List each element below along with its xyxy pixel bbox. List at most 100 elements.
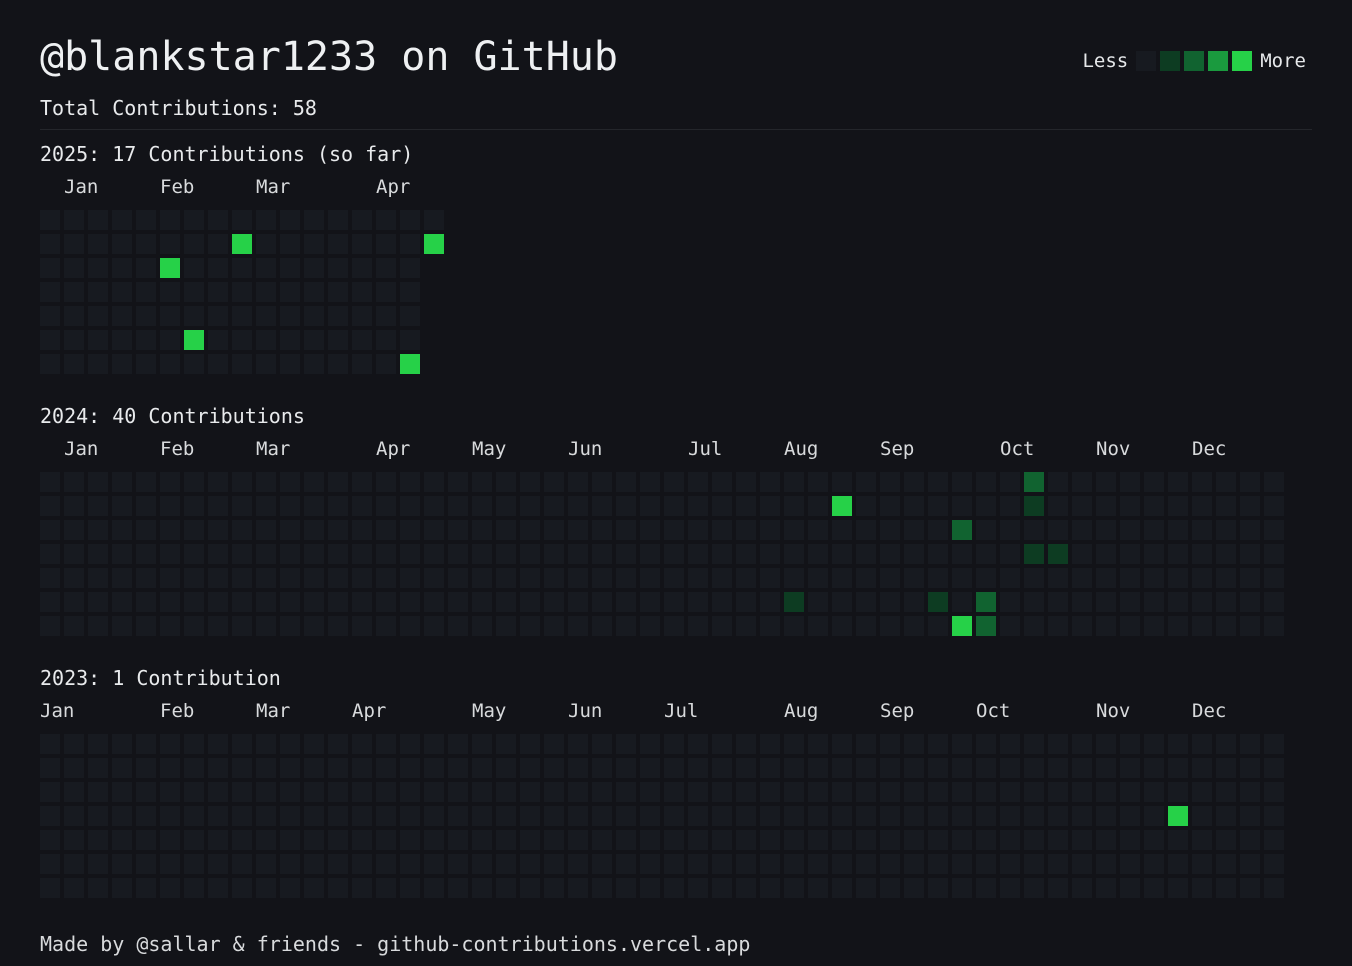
contribution-day-cell — [232, 282, 252, 302]
contribution-day-cell — [1168, 472, 1188, 492]
contribution-day-cell — [1120, 544, 1140, 564]
contribution-day-cell — [952, 616, 972, 636]
contribution-day-cell — [880, 568, 900, 588]
contribution-day-cell — [1072, 544, 1092, 564]
contribution-day-cell — [280, 734, 300, 754]
contribution-day-cell — [208, 354, 228, 374]
contribution-day-cell — [544, 830, 564, 850]
contribution-day-cell — [184, 520, 204, 540]
contribution-day-cell — [88, 472, 108, 492]
contribution-day-cell — [688, 520, 708, 540]
contribution-day-cell — [616, 878, 636, 898]
contribution-day-cell — [376, 306, 396, 326]
contribution-day-cell — [544, 472, 564, 492]
contribution-day-cell — [160, 496, 180, 516]
contribution-day-cell — [472, 496, 492, 516]
contribution-day-cell — [232, 878, 252, 898]
contribution-day-cell — [1072, 616, 1092, 636]
contribution-day-cell — [400, 496, 420, 516]
contribution-day-cell — [352, 496, 372, 516]
contribution-day-cell — [1192, 878, 1212, 898]
contribution-day-cell — [208, 592, 228, 612]
contribution-day-cell — [664, 496, 684, 516]
contribution-day-cell — [376, 234, 396, 254]
contribution-day-cell — [856, 496, 876, 516]
contribution-day-cell — [496, 830, 516, 850]
contribution-day-cell — [1192, 806, 1212, 826]
contribution-day-cell — [256, 282, 276, 302]
contribution-day-cell — [592, 830, 612, 850]
contribution-day-cell — [664, 544, 684, 564]
contribution-day-cell — [976, 472, 996, 492]
contribution-day-cell — [304, 472, 324, 492]
contribution-day-cell — [496, 616, 516, 636]
contribution-day-cell — [472, 472, 492, 492]
contribution-day-cell — [832, 544, 852, 564]
legend: Less More — [1078, 50, 1310, 72]
contribution-day-cell — [376, 592, 396, 612]
contribution-day-cell — [1144, 616, 1164, 636]
contribution-day-cell — [40, 282, 60, 302]
contribution-day-cell — [1096, 758, 1116, 778]
contribution-day-cell — [520, 472, 540, 492]
contribution-day-cell — [328, 806, 348, 826]
contribution-day-cell — [352, 282, 372, 302]
contribution-day-cell — [952, 854, 972, 874]
contribution-day-cell — [1264, 806, 1284, 826]
contribution-day-cell — [928, 616, 948, 636]
contribution-day-cell — [1024, 520, 1044, 540]
contribution-day-cell — [352, 758, 372, 778]
contribution-day-cell — [928, 806, 948, 826]
contribution-day-cell — [424, 758, 444, 778]
contribution-day-cell — [952, 496, 972, 516]
contribution-day-cell — [448, 616, 468, 636]
contribution-day-cell — [64, 472, 84, 492]
contribution-day-cell — [64, 854, 84, 874]
contribution-day-cell — [424, 734, 444, 754]
contribution-day-cell — [1000, 592, 1020, 612]
contribution-day-cell — [1120, 496, 1140, 516]
contribution-day-cell — [1192, 782, 1212, 802]
contribution-day-cell — [1120, 830, 1140, 850]
contribution-day-cell — [1024, 854, 1044, 874]
contribution-day-cell — [664, 472, 684, 492]
contribution-day-cell — [1168, 854, 1188, 874]
contribution-day-cell — [520, 734, 540, 754]
contribution-day-cell — [160, 306, 180, 326]
month-label: Nov — [1096, 700, 1131, 722]
contribution-day-cell — [712, 782, 732, 802]
contribution-day-cell — [544, 854, 564, 874]
contribution-day-cell — [88, 496, 108, 516]
month-label: Oct — [976, 700, 1011, 722]
contribution-day-cell — [1000, 496, 1020, 516]
contribution-day-cell — [616, 520, 636, 540]
contribution-day-cell — [208, 520, 228, 540]
contribution-day-cell — [832, 496, 852, 516]
contribution-day-cell — [736, 496, 756, 516]
contribution-day-cell — [400, 878, 420, 898]
contribution-day-cell — [304, 234, 324, 254]
contribution-day-cell — [352, 878, 372, 898]
contribution-day-cell — [520, 758, 540, 778]
contribution-day-cell — [1240, 520, 1260, 540]
contribution-day-cell — [1000, 758, 1020, 778]
contribution-day-cell — [592, 568, 612, 588]
contribution-day-cell — [136, 616, 156, 636]
contribution-day-cell — [592, 544, 612, 564]
contribution-day-cell — [976, 568, 996, 588]
contribution-day-cell — [208, 234, 228, 254]
footer-credit: Made by @sallar & friends - github-contr… — [40, 932, 751, 956]
contribution-day-cell — [160, 234, 180, 254]
contribution-day-cell — [856, 616, 876, 636]
contribution-day-cell — [280, 806, 300, 826]
contribution-day-cell — [472, 830, 492, 850]
contribution-day-cell — [1096, 592, 1116, 612]
contribution-day-cell — [376, 282, 396, 302]
contribution-day-cell — [736, 520, 756, 540]
contribution-day-cell — [424, 568, 444, 588]
contribution-day-cell — [280, 616, 300, 636]
contribution-day-cell — [400, 734, 420, 754]
contribution-day-cell — [856, 878, 876, 898]
contribution-day-cell — [1240, 806, 1260, 826]
contribution-day-cell — [136, 734, 156, 754]
